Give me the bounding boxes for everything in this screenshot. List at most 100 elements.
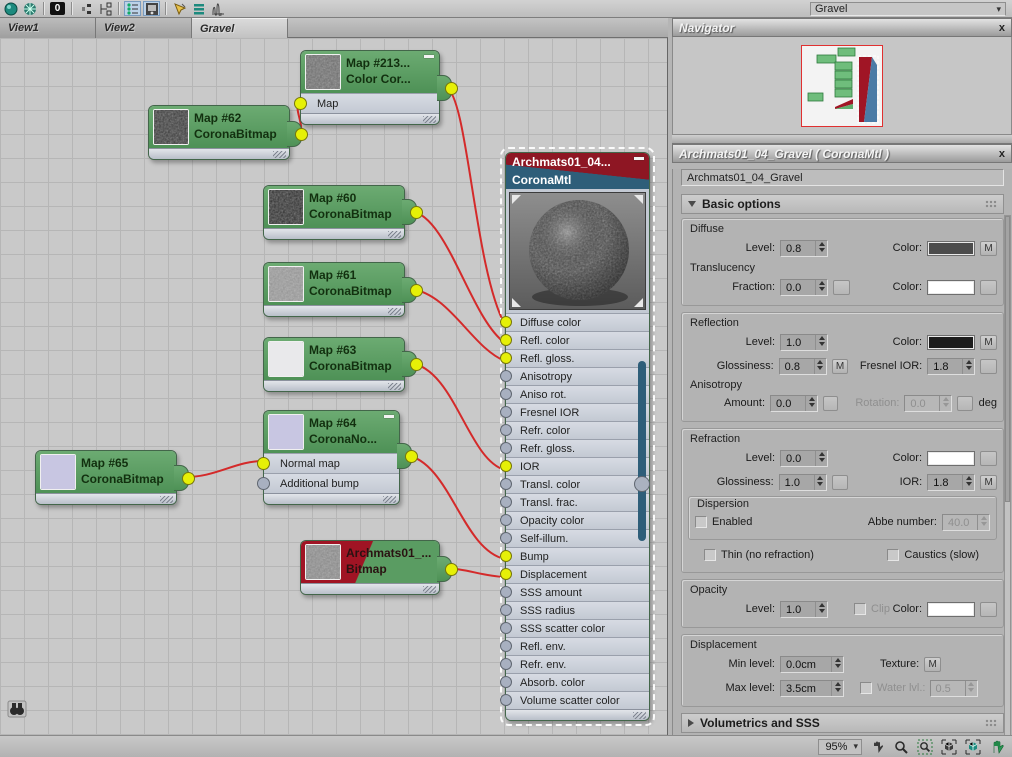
- reflection-color-swatch[interactable]: [927, 335, 975, 350]
- material-slot-self-illum[interactable]: Self-illum.: [506, 529, 649, 547]
- material-slot-refl-color[interactable]: Refl. color: [506, 331, 649, 349]
- port[interactable]: [500, 370, 512, 382]
- scrollbar-thumb[interactable]: [1005, 216, 1010, 502]
- refraction-level-spinner[interactable]: 0.0: [780, 450, 828, 467]
- tab-view1[interactable]: View1: [0, 18, 96, 38]
- material-slot-volume-scatter-color[interactable]: Volume scatter color: [506, 691, 649, 709]
- port[interactable]: [500, 514, 512, 526]
- port[interactable]: [500, 406, 512, 418]
- material-ball-icon[interactable]: [2, 1, 19, 16]
- material-slot-transl-color[interactable]: Transl. color: [506, 475, 649, 493]
- dispersion-enabled-checkbox[interactable]: [695, 516, 707, 528]
- material-node-header[interactable]: Archmats01_04... CoronaMtl: [506, 153, 649, 189]
- port[interactable]: [500, 478, 512, 490]
- navigator-titlebar[interactable]: Navigator x: [672, 18, 1012, 37]
- material-slot-refl-gloss[interactable]: Refl. gloss.: [506, 349, 649, 367]
- translucency-fraction-map-button[interactable]: [833, 280, 850, 295]
- binoculars-icon[interactable]: [7, 700, 27, 718]
- diffuse-map-button[interactable]: M: [980, 241, 997, 256]
- zoom-tool-icon[interactable]: [892, 738, 910, 756]
- move-children-icon[interactable]: [209, 1, 226, 16]
- node-resize-grip[interactable]: [149, 148, 289, 159]
- checker-ball-icon[interactable]: [21, 1, 38, 16]
- node-scrollbar[interactable]: [638, 361, 646, 541]
- reflection-glossiness-map-button[interactable]: M: [832, 359, 849, 374]
- translucency-fraction-spinner[interactable]: 0.0: [780, 279, 828, 296]
- node-output[interactable]: [287, 121, 302, 147]
- port[interactable]: [500, 442, 512, 454]
- zoom-level-dropdown[interactable]: 95% ▾: [818, 739, 862, 755]
- output-port[interactable]: [410, 358, 423, 371]
- node-output[interactable]: [174, 465, 189, 491]
- node-output[interactable]: [402, 277, 417, 303]
- reflection-glossiness-spinner[interactable]: 0.8: [779, 358, 827, 375]
- fresnel-ior-map-button[interactable]: [980, 359, 997, 374]
- incoming-connections-icon[interactable]: [96, 1, 113, 16]
- node-input-slot-additional-bump[interactable]: Additional bump: [264, 473, 399, 493]
- panel-scrollbar[interactable]: [1004, 215, 1011, 737]
- node-resize-grip[interactable]: [264, 305, 404, 316]
- hide-unused-nodeslots-icon[interactable]: [77, 1, 94, 16]
- material-slot-sss-amount[interactable]: SSS amount: [506, 583, 649, 601]
- pan-view-icon[interactable]: [988, 738, 1006, 756]
- node-map63[interactable]: Map #63CoronaBitmap: [263, 337, 405, 392]
- zoom-extents-selected-icon[interactable]: [964, 738, 982, 756]
- node-output[interactable]: [397, 443, 412, 469]
- rollout-basic-options[interactable]: Basic options: [681, 194, 1004, 214]
- refraction-glossiness-spinner[interactable]: 1.0: [779, 474, 827, 491]
- node-corona-material[interactable]: Archmats01_04... CoronaMtl Dif: [505, 152, 650, 721]
- water-level-checkbox[interactable]: [860, 682, 872, 694]
- port[interactable]: [500, 388, 512, 400]
- output-port[interactable]: [182, 472, 195, 485]
- node-map61[interactable]: Map #61CoronaBitmap: [263, 262, 405, 317]
- close-icon[interactable]: x: [999, 22, 1005, 34]
- zoom-region-icon[interactable]: [916, 738, 934, 756]
- node-header[interactable]: Map #60CoronaBitmap: [264, 186, 404, 228]
- connected-port[interactable]: [500, 352, 512, 364]
- refraction-ior-map-button[interactable]: M: [980, 475, 997, 490]
- material-slot-anisotropy[interactable]: Anisotropy: [506, 367, 649, 385]
- collapse-icon[interactable]: [384, 415, 394, 418]
- node-map60[interactable]: Map #60CoronaBitmap: [263, 185, 405, 240]
- node-input-slot-map[interactable]: Map: [301, 93, 439, 113]
- node-header[interactable]: Map #61CoronaBitmap: [264, 263, 404, 305]
- connected-port[interactable]: [500, 460, 512, 472]
- port[interactable]: [500, 496, 512, 508]
- navigator-minimap[interactable]: [672, 37, 1012, 135]
- node-resize-grip[interactable]: [36, 493, 176, 504]
- reflection-map-button[interactable]: M: [980, 335, 997, 350]
- connected-port[interactable]: [500, 334, 512, 346]
- port[interactable]: [500, 424, 512, 436]
- diffuse-level-spinner[interactable]: 0.8: [780, 240, 828, 257]
- list-view-icon[interactable]: [124, 1, 141, 16]
- displacement-max-spinner[interactable]: 3.5cm: [780, 680, 844, 697]
- node-resize-grip[interactable]: [301, 583, 439, 594]
- tab-view2[interactable]: View2: [96, 18, 192, 38]
- collapse-icon[interactable]: [424, 55, 434, 58]
- node-map64[interactable]: Map #64CoronaNo... Normal map Additional…: [263, 410, 400, 505]
- translucency-color-swatch[interactable]: [927, 280, 975, 295]
- refraction-glossiness-map-button[interactable]: [832, 475, 849, 490]
- material-slot-fresnel-ior[interactable]: Fresnel IOR: [506, 403, 649, 421]
- scrollbar-knob[interactable]: [634, 476, 650, 492]
- reflection-level-spinner[interactable]: 1.0: [780, 334, 828, 351]
- port[interactable]: [500, 532, 512, 544]
- material-slot-ior[interactable]: IOR: [506, 457, 649, 475]
- material-slot-diffuse-color[interactable]: Diffuse color: [506, 313, 649, 331]
- port[interactable]: [500, 622, 512, 634]
- material-slot-aniso-rot[interactable]: Aniso rot.: [506, 385, 649, 403]
- port[interactable]: [500, 676, 512, 688]
- node-input-slot-normal-map[interactable]: Normal map: [264, 453, 399, 473]
- node-header[interactable]: Archmats01_...Bitmap: [301, 541, 439, 583]
- refraction-color-map-button[interactable]: [980, 451, 997, 466]
- anisotropy-amount-spinner[interactable]: 0.0: [770, 395, 818, 412]
- output-port[interactable]: [445, 82, 458, 95]
- node-resize-grip[interactable]: [264, 493, 399, 504]
- material-preview[interactable]: [509, 192, 646, 310]
- material-slot-transl-frac[interactable]: Transl. frac.: [506, 493, 649, 511]
- refraction-color-swatch[interactable]: [927, 451, 975, 466]
- material-slot-refr-color[interactable]: Refr. color: [506, 421, 649, 439]
- node-header[interactable]: Map #63CoronaBitmap: [264, 338, 404, 380]
- port[interactable]: [500, 586, 512, 598]
- anisotropy-amount-map-button[interactable]: [823, 396, 838, 411]
